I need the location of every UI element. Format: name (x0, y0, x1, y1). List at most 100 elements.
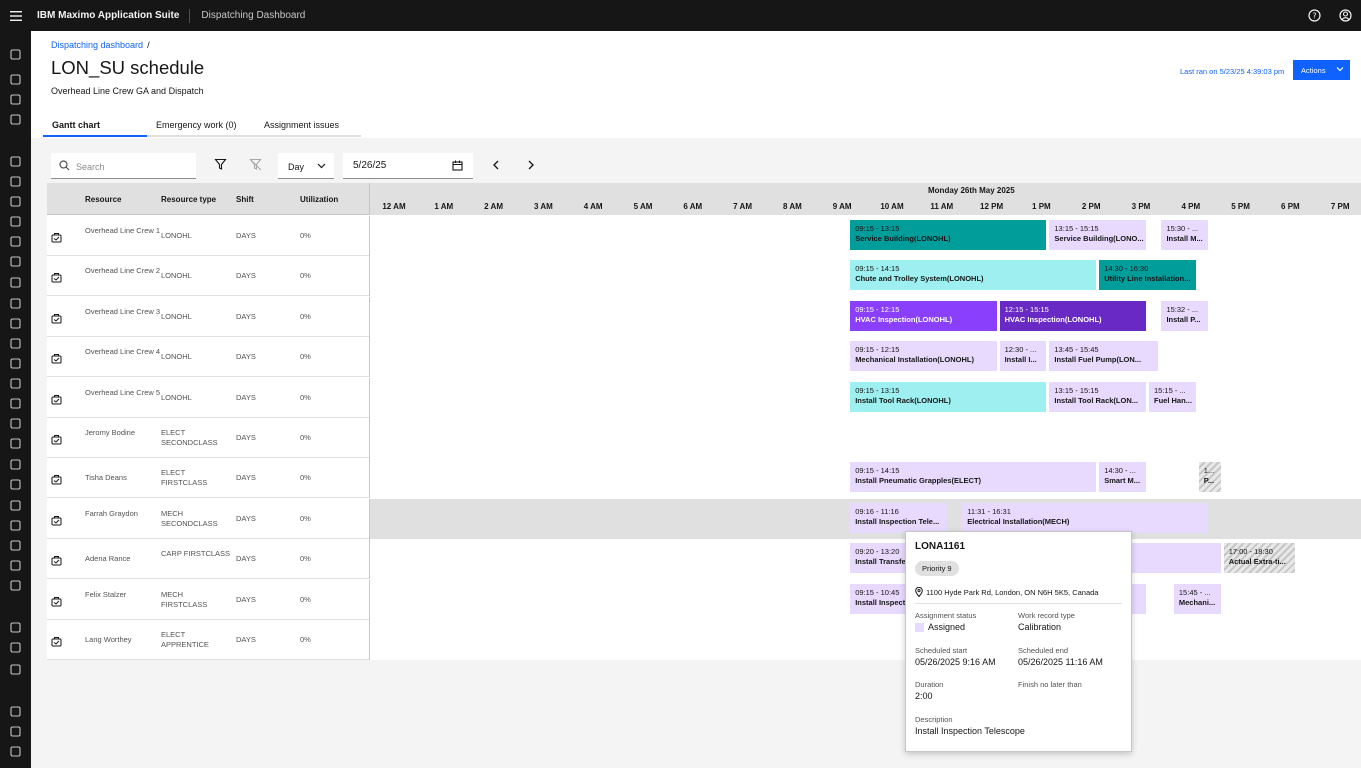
resource-icon[interactable] (51, 513, 62, 531)
schedule-icon[interactable] (7, 375, 23, 391)
filter-icon[interactable] (214, 158, 228, 172)
assignment-bar[interactable]: 1...P... (1199, 462, 1221, 492)
status-label: Assignment status (915, 611, 976, 620)
analytics-icon[interactable] (7, 274, 23, 290)
resource-row[interactable]: Jeromy BodineELECT SECONDCLASSDAYS0% (47, 418, 1361, 458)
resource-row[interactable]: Overhead Line Crew 1LONOHLDAYS0%09:15 - … (47, 216, 1361, 256)
resource-row[interactable]: Overhead Line Crew 4LONOHLDAYS0%09:15 - … (47, 337, 1361, 377)
bar-time: 1... (1204, 466, 1221, 476)
sliders-icon[interactable] (7, 537, 23, 553)
users-icon[interactable] (7, 153, 23, 169)
brand-name[interactable]: IBM Maximo Application Suite (31, 9, 190, 23)
flow-icon[interactable] (7, 639, 23, 655)
tools-icon[interactable] (7, 335, 23, 351)
resource-row[interactable]: Overhead Line Crew 2LONOHLDAYS0%09:15 - … (47, 256, 1361, 296)
resource-icon[interactable] (51, 270, 62, 288)
checklist-icon[interactable] (7, 435, 23, 451)
assignment-bar[interactable]: 13:15 - 15:15Service Building(LONO... (1049, 220, 1146, 250)
resource-icon[interactable] (51, 594, 62, 612)
resource-row[interactable]: Felix StalzerMECH FIRSTCLASSDAYS0%09:15 … (47, 580, 1361, 620)
resource-icon[interactable] (51, 311, 62, 329)
assignment-bar[interactable]: 09:15 - 12:15HVAC Inspection(LONOHL) (850, 301, 996, 331)
settings-icon[interactable] (7, 315, 23, 331)
breadcrumb-link[interactable]: Dispatching dashboard (51, 40, 143, 50)
chevron-right-icon[interactable] (525, 158, 539, 172)
report-icon[interactable] (7, 661, 23, 677)
chevron-left-icon[interactable] (490, 158, 504, 172)
resource-row[interactable]: Farrah GraydonMECH SECONDCLASSDAYS0%09:1… (47, 499, 1361, 539)
assignment-bar[interactable]: 15:45 - ...Mechani... (1174, 584, 1221, 614)
column-header-resource[interactable]: Resource (85, 195, 121, 204)
assignment-bar[interactable]: 11:31 - 16:31Electrical Installation(MEC… (962, 503, 1208, 533)
resource-row[interactable]: Overhead Line Crew 5LONOHLDAYS0%09:15 - … (47, 378, 1361, 418)
assignment-bar[interactable]: 14:30 - 16:30Utility Line Installation..… (1099, 260, 1196, 290)
assignment-bar[interactable]: 09:15 - 12:15Mechanical Installation(LON… (850, 341, 996, 371)
home-icon[interactable] (7, 91, 23, 107)
assignment-bar[interactable]: 15:32 - ...Install P... (1161, 301, 1208, 331)
assignment-bar[interactable]: 09:15 - 14:15Install Pneumatic Grapples(… (850, 462, 1096, 492)
cart-icon[interactable] (7, 476, 23, 492)
resource-icon[interactable] (51, 553, 62, 571)
column-header-resource-type[interactable]: Resource type (161, 195, 216, 204)
assignment-bar[interactable]: 15:30 - ...Install M... (1161, 220, 1208, 250)
assignment-bar[interactable]: 14:30 - ...Smart M... (1099, 462, 1146, 492)
tab-gantt-chart[interactable]: Gantt chart (43, 116, 147, 137)
reports-icon[interactable] (7, 173, 23, 189)
handshake-icon[interactable] (7, 497, 23, 513)
view-select[interactable]: Day (278, 153, 334, 179)
column-header-utilization[interactable]: Utilization (300, 195, 338, 204)
recent-icon[interactable] (7, 111, 23, 127)
assignment-bar[interactable]: 09:16 - 11:16Install Inspection Tele... (850, 503, 947, 533)
assignment-bar[interactable]: 09:15 - 13:15Service Building(LONOHL) (850, 220, 1046, 250)
dashboard-icon[interactable] (7, 71, 23, 87)
column-header-shift[interactable]: Shift (236, 195, 254, 204)
assignment-bar[interactable]: 15:15 - ...Fuel Han... (1149, 382, 1196, 412)
clear-filter-icon[interactable] (249, 158, 263, 172)
resource-row[interactable]: Tisha DeansELECT FIRSTCLASSDAYS0%09:15 -… (47, 458, 1361, 498)
grid-icon[interactable] (7, 619, 23, 635)
network-icon[interactable] (7, 355, 23, 371)
resource-icon[interactable] (51, 392, 62, 410)
timeline-hour: 10 AM (872, 202, 912, 211)
inbox-icon[interactable] (7, 295, 23, 311)
assignment-bar[interactable]: 17:00 - 18:30Actual Extra-ti... (1224, 543, 1296, 573)
resource-icon[interactable] (51, 634, 62, 652)
tab-emergency-work[interactable]: Emergency work (0) (147, 116, 255, 137)
gear-icon[interactable] (7, 743, 23, 759)
lock-icon[interactable] (7, 456, 23, 472)
resource-icon[interactable] (51, 432, 62, 450)
resource-icon[interactable] (51, 351, 62, 369)
resource-icon[interactable] (51, 472, 62, 490)
rocket-icon[interactable] (7, 193, 23, 209)
search-input[interactable]: Search (51, 153, 196, 179)
task-icon[interactable] (7, 577, 23, 593)
document-icon[interactable] (7, 415, 23, 431)
shield-icon[interactable] (7, 395, 23, 411)
date-picker[interactable]: 5/26/25 (343, 153, 473, 179)
work-order-icon[interactable] (7, 233, 23, 249)
calendar-icon[interactable] (452, 160, 463, 174)
actions-button[interactable]: Actions (1293, 60, 1350, 80)
tab-assignment-issues[interactable]: Assignment issues (255, 116, 361, 137)
assignment-bar[interactable]: 12:30 - ...Install I... (1000, 341, 1047, 371)
chat-icon[interactable] (7, 703, 23, 719)
crew-icon[interactable] (7, 517, 23, 533)
inspection-icon[interactable] (7, 253, 23, 269)
resource-row[interactable]: Adena RanceCARP FIRSTCLASSDAYS0%09:20 - … (47, 539, 1361, 579)
assignment-bar[interactable]: 13:45 - 15:45Install Fuel Pump(LON... (1049, 341, 1158, 371)
assignment-bar[interactable]: 13:15 - 15:15Install Tool Rack(LON... (1049, 382, 1146, 412)
download-icon[interactable] (7, 723, 23, 739)
assignment-bar[interactable]: 09:15 - 14:15Chute and Trolley System(LO… (850, 260, 1096, 290)
assets-icon[interactable] (7, 213, 23, 229)
menu-icon[interactable] (0, 0, 31, 31)
user-icon[interactable] (1330, 0, 1361, 31)
help-icon[interactable]: ? (1299, 0, 1330, 31)
search-icon[interactable] (7, 46, 23, 62)
resource-row[interactable]: Overhead Line Crew 3LONOHLDAYS0%09:15 - … (47, 297, 1361, 337)
resource-icon[interactable] (51, 230, 62, 248)
resource-row[interactable]: Lang WortheyELECT APPRENTICEDAYS0% (47, 620, 1361, 660)
breadcrumb[interactable]: Dispatching dashboard/ (51, 40, 150, 50)
assignment-bar[interactable]: 09:15 - 13:15Install Tool Rack(LONOHL) (850, 382, 1046, 412)
assignment-bar[interactable]: 12:15 - 15:15HVAC Inspection(LONOHL) (1000, 301, 1146, 331)
clipboard-icon[interactable] (7, 557, 23, 573)
